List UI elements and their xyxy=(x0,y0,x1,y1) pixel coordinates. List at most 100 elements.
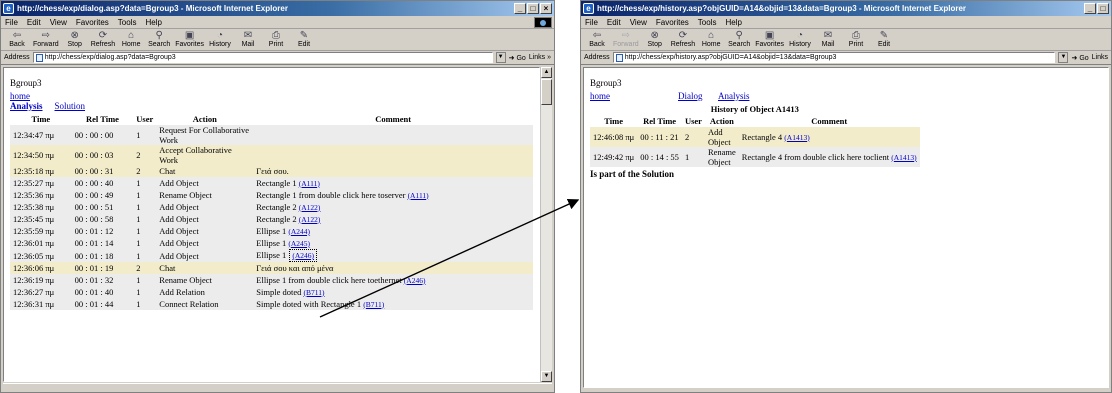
table-row: 12:46:08 πμ 00 : 11 : 21 2 Add Object Rectan… xyxy=(590,127,920,147)
search-button[interactable]: ⚲ Search xyxy=(147,30,171,49)
object-ref-link[interactable]: (A122) xyxy=(299,203,321,212)
cell-rel-time: 00 : 00 : 49 xyxy=(71,189,134,201)
maximize-button[interactable]: □ xyxy=(527,3,539,14)
back-button[interactable]: ⇦ Back xyxy=(585,30,609,49)
scroll-down-icon[interactable]: ▼ xyxy=(541,371,552,382)
scroll-up-icon[interactable]: ▲ xyxy=(541,67,552,78)
home-button[interactable]: ⌂ Home xyxy=(699,30,723,49)
go-button[interactable]: ➜ Go xyxy=(509,54,526,62)
page-title: Bgroup3 xyxy=(10,78,42,88)
dialog-link[interactable]: Dialog xyxy=(678,91,718,101)
menu-edit[interactable]: Edit xyxy=(27,18,41,27)
cell-comment: Rectangle 4 from double click here tocli… xyxy=(738,147,920,167)
cell-comment: Γειά σου. xyxy=(253,165,533,177)
menu-view[interactable]: View xyxy=(630,18,647,27)
address-url: http://chess/exp/history.asp?objGUID=A14… xyxy=(624,54,837,61)
title-bar[interactable]: e http://chess/exp/history.asp?objGUID=A… xyxy=(581,1,1111,16)
links-button[interactable]: Links » xyxy=(529,54,551,61)
forward-button[interactable]: ⇨ Forward xyxy=(613,30,639,49)
object-ref-link[interactable]: (A244) xyxy=(288,227,310,236)
go-button[interactable]: ➜ Go xyxy=(1071,54,1088,62)
object-ref-link[interactable]: (A1413) xyxy=(784,133,809,142)
cell-time: 12:35:36 πμ xyxy=(10,189,72,201)
menu-favorites[interactable]: Favorites xyxy=(656,18,689,27)
object-ref-link[interactable]: (B711) xyxy=(363,300,384,309)
analysis-link[interactable]: Analysis xyxy=(10,101,43,111)
cell-user: 1 xyxy=(133,237,157,249)
minimize-button[interactable]: _ xyxy=(1084,3,1096,14)
comment-text: Γειά σου και από μένα xyxy=(256,263,334,273)
print-button[interactable]: ⎙ Print xyxy=(264,30,288,49)
address-input[interactable]: http://chess/exp/dialog.asp?data=Bgroup3 xyxy=(32,52,493,63)
object-ref-link[interactable]: (A111) xyxy=(408,191,429,200)
object-ref-link[interactable]: (A111) xyxy=(299,179,320,188)
cell-action: Chat xyxy=(156,165,254,177)
home-link[interactable]: home xyxy=(590,91,678,101)
menu-tools[interactable]: Tools xyxy=(118,18,137,27)
object-ref-link[interactable]: (A122) xyxy=(299,215,321,224)
print-button[interactable]: ⎙ Print xyxy=(844,30,868,49)
object-ref-link[interactable]: (A246) xyxy=(404,276,426,285)
scroll-thumb[interactable] xyxy=(541,79,552,105)
cell-user: 2 xyxy=(133,165,157,177)
cell-user: 1 xyxy=(133,201,157,213)
home-button[interactable]: ⌂ Home xyxy=(119,30,143,49)
close-button[interactable]: × xyxy=(540,3,552,14)
stop-button[interactable]: ⊗ Stop xyxy=(63,30,87,49)
menu-favorites[interactable]: Favorites xyxy=(76,18,109,27)
menu-help[interactable]: Help xyxy=(725,18,741,27)
edit-button[interactable]: ✎ Edit xyxy=(872,30,896,49)
comment-text: Rectangle 2 xyxy=(256,213,297,224)
maximize-button[interactable]: □ xyxy=(1097,3,1109,14)
cell-rel-time: 00 : 01 : 44 xyxy=(71,298,134,310)
refresh-button[interactable]: ⟳ Refresh xyxy=(671,30,696,49)
object-ref-link[interactable]: (A1413) xyxy=(891,153,916,162)
forward-button[interactable]: ⇨ Forward xyxy=(33,30,59,49)
edit-button[interactable]: ✎ Edit xyxy=(292,30,316,49)
stop-button[interactable]: ⊗ Stop xyxy=(643,30,667,49)
menu-file[interactable]: File xyxy=(585,18,598,27)
col-rel-time: Rel Time xyxy=(85,114,119,124)
menu-view[interactable]: View xyxy=(50,18,67,27)
dialog-table: Time Rel Time User Action Comment 12:34:… xyxy=(10,113,533,310)
cell-comment xyxy=(253,145,533,165)
mail-button[interactable]: ✉ Mail xyxy=(816,30,840,49)
address-dropdown-button[interactable]: ▼ xyxy=(1058,52,1069,63)
cell-comment: Simple doted (B711) xyxy=(253,286,533,298)
search-icon: ⚲ xyxy=(735,30,743,41)
refresh-button[interactable]: ⟳ Refresh xyxy=(91,30,116,49)
object-ref-link[interactable]: (A246) xyxy=(292,251,314,260)
menu-edit[interactable]: Edit xyxy=(607,18,621,27)
analysis-link[interactable]: Analysis xyxy=(718,91,750,101)
menu-help[interactable]: Help xyxy=(145,18,161,27)
col-comment: Comment xyxy=(811,116,848,126)
history-button[interactable]: ◔ History xyxy=(788,30,812,49)
cell-rel-time: 00 : 00 : 00 xyxy=(71,125,134,145)
minimize-button[interactable]: _ xyxy=(514,3,526,14)
cell-action: Add Relation xyxy=(156,286,254,298)
history-button[interactable]: ◔ History xyxy=(208,30,232,49)
menu-tools[interactable]: Tools xyxy=(698,18,717,27)
title-bar[interactable]: e http://chess/exp/dialog.asp?data=Bgrou… xyxy=(1,1,554,16)
cell-action: Accept Collaborative Work xyxy=(156,145,254,165)
back-button[interactable]: ⇦ Back xyxy=(5,30,29,49)
mail-button[interactable]: ✉ Mail xyxy=(236,30,260,49)
address-dropdown-button[interactable]: ▼ xyxy=(495,52,506,63)
home-link[interactable]: home xyxy=(10,91,30,101)
search-button[interactable]: ⚲ Search xyxy=(727,30,751,49)
stop-icon: ⊗ xyxy=(70,30,79,41)
window-title: http://chess/exp/history.asp?objGUID=A14… xyxy=(597,4,967,13)
solution-link[interactable]: Solution xyxy=(55,101,86,111)
links-button[interactable]: Links xyxy=(1092,54,1108,61)
vertical-scrollbar[interactable]: ▲ ▼ xyxy=(540,67,552,382)
object-ref-link[interactable]: (A245) xyxy=(288,239,310,248)
cell-user: 1 xyxy=(133,225,157,237)
cell-user: 2 xyxy=(681,127,705,147)
cell-time: 12:49:42 πμ xyxy=(590,147,638,167)
menu-file[interactable]: File xyxy=(5,18,18,27)
address-input[interactable]: http://chess/exp/history.asp?objGUID=A14… xyxy=(612,52,1056,63)
favorites-button[interactable]: ▣ Favorites xyxy=(175,30,204,49)
object-ref-link[interactable]: (B711) xyxy=(304,288,325,297)
favorites-button[interactable]: ▣ Favorites xyxy=(755,30,784,49)
address-bar: Address http://chess/exp/dialog.asp?data… xyxy=(1,51,554,65)
